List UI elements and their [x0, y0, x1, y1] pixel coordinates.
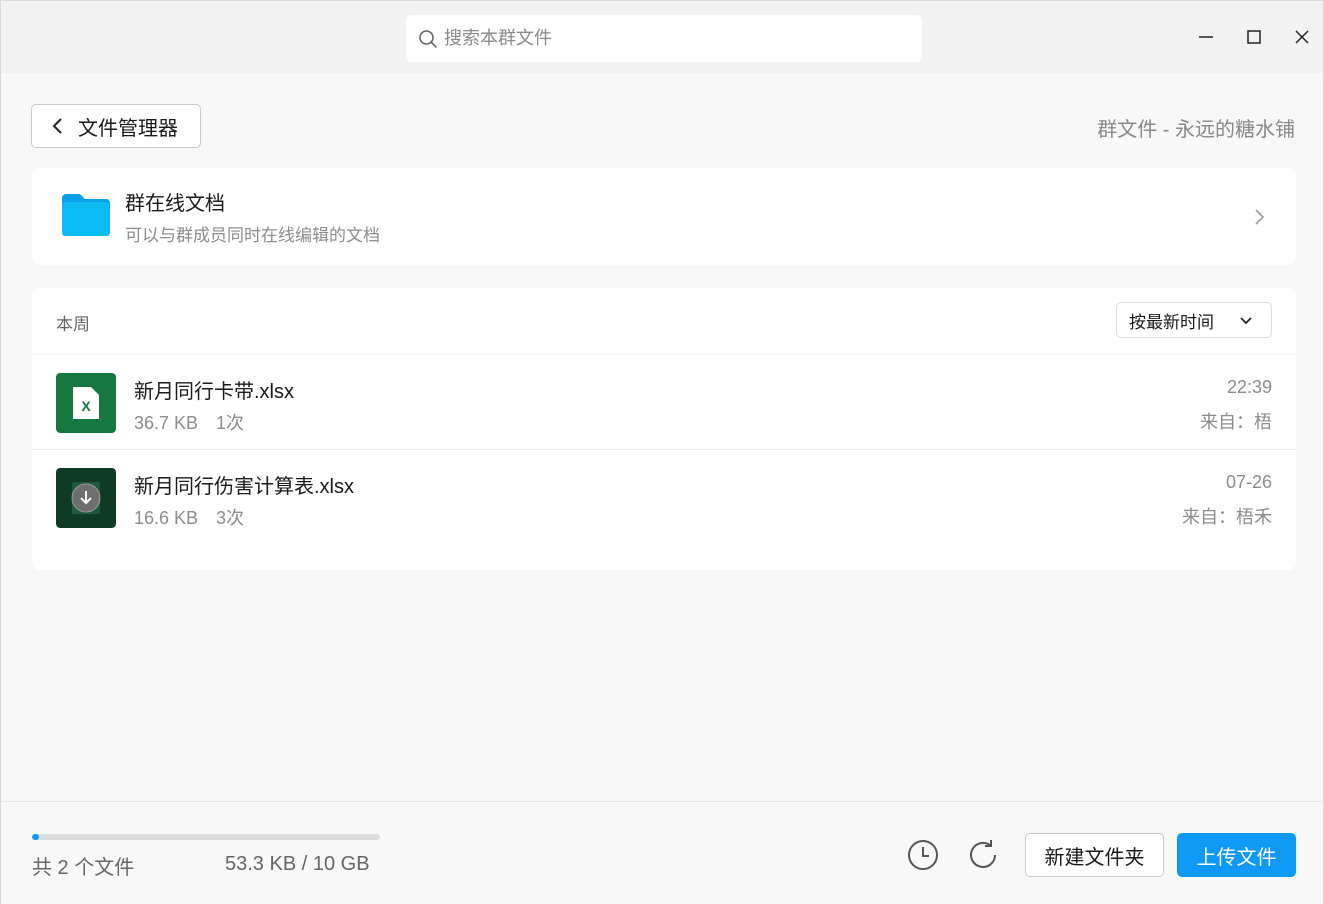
minimize-button[interactable] — [1190, 21, 1222, 53]
chevron-down-icon — [1240, 317, 1252, 325]
file-size: 36.7 KB — [134, 413, 199, 433]
file-download-count: 1次 — [216, 413, 245, 433]
file-row[interactable]: X 新月同行卡带.xlsx 36.7 KB 1次 22:39 来自：梧 — [32, 354, 1296, 450]
file-meta: 16.6 KB 3次 — [134, 504, 244, 530]
search-icon — [419, 29, 437, 48]
file-time: 22:39 — [1226, 377, 1272, 397]
search-box[interactable] — [406, 15, 922, 62]
back-button-label: 文件管理器 — [78, 117, 178, 140]
folder-icon — [62, 194, 110, 236]
history-clock-icon[interactable] — [906, 838, 940, 872]
new-folder-button[interactable]: 新建文件夹 — [1025, 833, 1164, 877]
file-uploader: 来自：梧禾 — [1182, 507, 1272, 527]
section-label-this-week: 本周 — [56, 315, 90, 334]
search-input[interactable] — [444, 28, 904, 49]
storage-usage-bar — [32, 834, 380, 840]
file-uploader: 来自：梧 — [1200, 412, 1272, 432]
file-size: 16.6 KB — [134, 508, 199, 528]
file-count: 共 2 个文件 — [32, 857, 135, 879]
group-online-docs-card[interactable]: 群在线文档 可以与群成员同时在线编辑的文档 — [32, 168, 1296, 265]
file-time: 07-26 — [1225, 472, 1272, 492]
storage-usage-fill — [32, 834, 39, 840]
file-download-count: 3次 — [216, 508, 245, 528]
file-name: 新月同行伤害计算表.xlsx — [134, 476, 354, 498]
app-window: 文件管理器 群文件 - 永远的糖水铺 群在线文档 可以与群成员同时在线编辑的文档… — [0, 0, 1324, 904]
file-name: 新月同行卡带.xlsx — [134, 381, 294, 403]
footer-bar: 共 2 个文件 53.3 KB / 10 GB 新建文件夹 上传文件 — [1, 801, 1323, 904]
file-meta: 36.7 KB 1次 — [134, 409, 244, 435]
online-docs-subtitle: 可以与群成员同时在线编辑的文档 — [125, 226, 380, 245]
back-to-file-manager-button[interactable]: 文件管理器 — [31, 104, 201, 148]
excel-file-icon: X — [56, 373, 116, 433]
chevron-left-icon — [52, 118, 62, 134]
title-bar — [1, 1, 1323, 73]
file-row[interactable]: 新月同行伤害计算表.xlsx 16.6 KB 3次 07-26 来自：梧禾 — [32, 450, 1296, 546]
sort-dropdown[interactable]: 按最新时间 — [1116, 302, 1272, 338]
storage-usage-text: 53.3 KB / 10 GB — [225, 853, 370, 875]
upload-file-button[interactable]: 上传文件 — [1177, 833, 1296, 877]
maximize-icon — [1247, 30, 1261, 44]
minimize-icon — [1199, 36, 1213, 38]
online-docs-title: 群在线文档 — [125, 193, 225, 215]
file-list-card: 本周 按最新时间 X 新月同行卡带.xlsx 36.7 KB 1次 22:39 来… — [32, 288, 1296, 570]
maximize-button[interactable] — [1238, 21, 1270, 53]
chevron-right-icon — [1255, 209, 1265, 225]
sort-label: 按最新时间 — [1129, 312, 1214, 332]
refresh-icon[interactable] — [966, 838, 1000, 872]
svg-text:X: X — [81, 398, 91, 414]
download-file-icon — [56, 468, 116, 528]
group-title: 群文件 - 永远的糖水铺 — [1097, 119, 1295, 141]
close-icon — [1295, 30, 1309, 44]
close-button[interactable] — [1286, 21, 1318, 53]
